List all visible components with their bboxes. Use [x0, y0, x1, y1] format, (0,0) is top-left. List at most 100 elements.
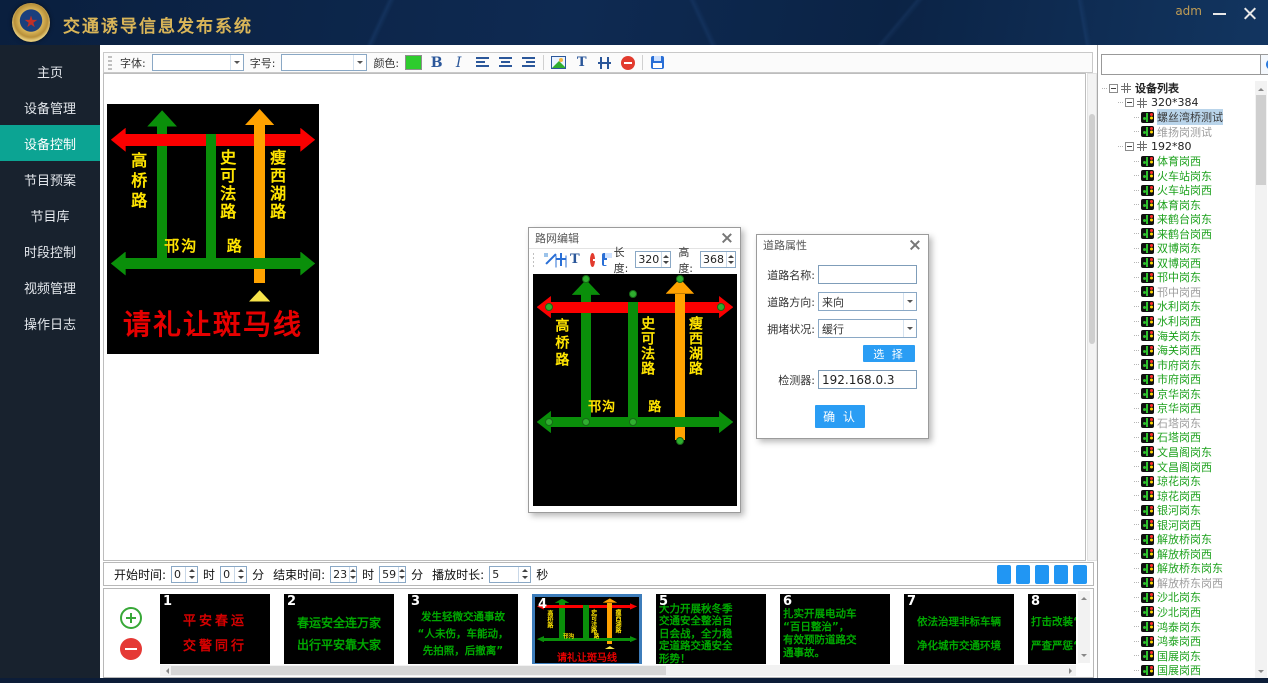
sidebar-item[interactable]: 主页: [0, 53, 100, 89]
device-tree-item[interactable]: 国展岗西: [1100, 663, 1254, 678]
sidebar-item[interactable]: 操作日志: [0, 305, 100, 341]
program-thumbnail-5[interactable]: 5 大力开展秋冬季 交通安全整治百 日会战，全力稳 定道路交通安全 形势！: [656, 594, 766, 664]
close-icon[interactable]: [908, 238, 922, 252]
device-tree-item[interactable]: 解放桥东岗东: [1100, 561, 1254, 576]
device-tree-item[interactable]: 维扬岗测试: [1100, 125, 1254, 140]
action-button[interactable]: [1035, 565, 1049, 584]
program-thumbnail-1[interactable]: 1 平安春运 交警同行: [160, 594, 270, 664]
device-tree-item[interactable]: 解放桥东岗西: [1100, 576, 1254, 591]
align-left-button[interactable]: [474, 54, 491, 71]
control-point[interactable]: [676, 437, 684, 445]
device-tree-item[interactable]: 文昌阁岗西: [1100, 459, 1254, 474]
action-button[interactable]: [1054, 565, 1068, 584]
action-button[interactable]: [1016, 565, 1030, 584]
device-tree-item[interactable]: 京华岗东: [1100, 386, 1254, 401]
control-point[interactable]: [582, 418, 590, 426]
device-tree-item[interactable]: 双博岗东: [1100, 241, 1254, 256]
device-tree-item[interactable]: 体育岗东: [1100, 197, 1254, 212]
align-center-button[interactable]: [497, 54, 514, 71]
device-tree-item[interactable]: 文昌阁岗东: [1100, 445, 1254, 460]
insert-image-button[interactable]: [550, 54, 567, 71]
scrollbar-thumb[interactable]: [1089, 114, 1095, 344]
device-tree-item[interactable]: 192*80: [1100, 139, 1254, 154]
road-shaft[interactable]: [628, 302, 638, 423]
close-icon[interactable]: [1240, 4, 1260, 22]
duration-stepper[interactable]: 5: [489, 566, 531, 583]
device-tree-item[interactable]: 双博岗西: [1100, 256, 1254, 271]
text-tool-button[interactable]: T: [573, 54, 590, 71]
device-tree-item[interactable]: 国展岗东: [1100, 648, 1254, 663]
sidebar-item[interactable]: 节目预案: [0, 161, 100, 197]
device-tree-item[interactable]: 琼花岗东: [1100, 474, 1254, 489]
move-tool-icon[interactable]: [555, 253, 559, 266]
toolbar-grip-icon[interactable]: [108, 56, 112, 70]
dialog-titlebar[interactable]: 路网编辑: [529, 228, 740, 248]
control-point[interactable]: [545, 418, 553, 426]
device-tree-item[interactable]: 琼花岗西: [1100, 488, 1254, 503]
program-thumbnail-7[interactable]: 7 依法治理非标车辆 净化城市交通环境: [904, 594, 1014, 664]
italic-button[interactable]: I: [451, 54, 468, 71]
program-thumbnail-4-selected[interactable]: 4 高桥路 史可法路 瘦西湖路 邗沟 路 请礼让斑马线: [532, 594, 642, 664]
strip-vertical-scrollbar[interactable]: [1078, 591, 1090, 663]
save-icon[interactable]: [602, 253, 606, 266]
text-tool-button[interactable]: T: [566, 251, 583, 268]
start-minute-stepper[interactable]: 0: [220, 566, 247, 583]
select-detector-button[interactable]: 选 择: [863, 345, 915, 362]
device-search-button[interactable]: [1260, 54, 1268, 75]
sidebar-item[interactable]: 节目库: [0, 197, 100, 233]
sidebar-item[interactable]: 设备控制: [0, 125, 100, 161]
dialog-titlebar[interactable]: 道路属性: [757, 235, 928, 255]
device-tree-item[interactable]: 海关岗西: [1100, 343, 1254, 358]
color-swatch-button[interactable]: [405, 55, 422, 70]
device-tree-item[interactable]: 来鹤台岗西: [1100, 226, 1254, 241]
program-thumbnail-3[interactable]: 3 发生轻微交通事故 “人未伤，车能动， 先拍照，后撤离”: [408, 594, 518, 664]
end-minute-stepper[interactable]: 59: [379, 566, 406, 583]
font-size-select[interactable]: [281, 54, 367, 71]
program-thumbnail-6[interactable]: 6 扎实开展电动车 “百日整治”， 有效预防道路交 通事故。: [780, 594, 890, 664]
minimize-icon[interactable]: [1210, 4, 1230, 22]
control-point[interactable]: [629, 418, 637, 426]
close-icon[interactable]: [720, 231, 734, 245]
device-tree-item[interactable]: 石塔岗西: [1100, 430, 1254, 445]
device-tree-item[interactable]: 火车站岗东: [1100, 168, 1254, 183]
action-button[interactable]: [1073, 565, 1087, 584]
device-tree-item[interactable]: 螺丝湾桥测试: [1100, 110, 1254, 125]
device-tree-item[interactable]: 海关岗东: [1100, 328, 1254, 343]
start-hour-stepper[interactable]: 0: [171, 566, 198, 583]
detector-field[interactable]: [818, 370, 917, 389]
device-tree-item[interactable]: 水利岗西: [1100, 314, 1254, 329]
device-tree-item[interactable]: 沙北岗东: [1100, 590, 1254, 605]
length-stepper[interactable]: 320: [635, 251, 671, 268]
road-direction-select[interactable]: 来向: [818, 292, 917, 311]
tree-collapse-icon[interactable]: [1125, 98, 1134, 107]
height-stepper[interactable]: 368: [700, 251, 736, 268]
sidebar-item[interactable]: 视频管理: [0, 269, 100, 305]
device-tree-item[interactable]: 体育岗西: [1100, 154, 1254, 169]
device-tree-item[interactable]: 沙北岗西: [1100, 605, 1254, 620]
device-tree-item[interactable]: 市府岗东: [1100, 357, 1254, 372]
canvas-vertical-scrollbar[interactable]: [1087, 73, 1097, 561]
device-tree-item[interactable]: 水利岗东: [1100, 299, 1254, 314]
sidebar-item[interactable]: 时段控制: [0, 233, 100, 269]
congestion-select[interactable]: 缓行: [818, 319, 917, 338]
device-tree-item[interactable]: 石塔岗东: [1100, 416, 1254, 431]
add-program-button[interactable]: [120, 607, 142, 629]
action-button[interactable]: [997, 565, 1011, 584]
device-tree-item[interactable]: 来鹤台岗东: [1100, 212, 1254, 227]
device-tree-item[interactable]: 银河岗东: [1100, 503, 1254, 518]
device-tree-item[interactable]: 京华岗西: [1100, 401, 1254, 416]
device-tree-item[interactable]: 市府岗西: [1100, 372, 1254, 387]
end-hour-stepper[interactable]: 23: [330, 566, 357, 583]
control-point[interactable]: [545, 303, 553, 311]
draw-line-icon[interactable]: [543, 253, 547, 266]
road-network-canvas[interactable]: 高桥路 史可法路 瘦西湖路 邗沟 路: [533, 274, 737, 506]
save-button[interactable]: [649, 54, 666, 71]
control-point[interactable]: [676, 275, 684, 283]
program-thumbnail-8[interactable]: 8 打击改装“炸 严查严惩“机: [1028, 594, 1076, 664]
device-tree-item[interactable]: 邗中岗东: [1100, 270, 1254, 285]
led-sign-preview[interactable]: 高桥路 史可法路 瘦西湖路 邗沟 路 请礼让斑马线: [107, 104, 319, 354]
program-thumbnail-2[interactable]: 2 春运安全连万家 出行平安靠大家: [284, 594, 394, 664]
device-search-input[interactable]: [1101, 54, 1260, 75]
scroll-left-icon[interactable]: [160, 665, 171, 676]
control-point[interactable]: [582, 275, 590, 283]
